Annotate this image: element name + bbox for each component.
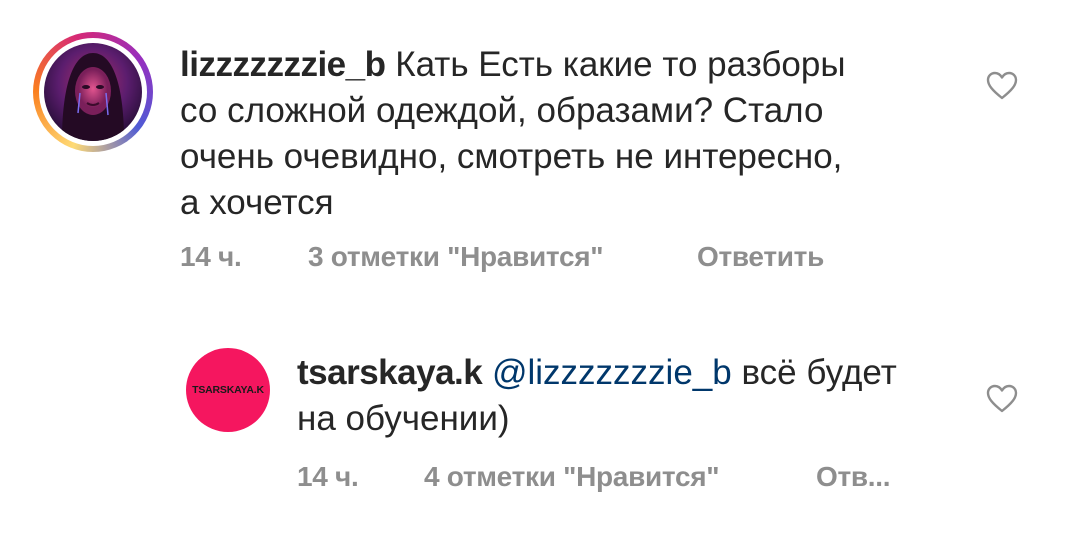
- avatar-brand-text: TSARSKAYA.K: [192, 384, 264, 396]
- comment-line-4: а хочется: [180, 183, 334, 222]
- comment-time: 14 ч.: [297, 461, 359, 492]
- comment-tsarskaya: TSARSKAYA.K tsarskaya.k @lizzzzzzzie_b в…: [0, 330, 1080, 541]
- comment-line-1: tsarskaya.k @lizzzzzzzie_b всё будет: [297, 353, 897, 392]
- avatar: [44, 43, 142, 141]
- heart-outline-icon[interactable]: [986, 384, 1018, 414]
- comment-username[interactable]: tsarskaya.k: [297, 353, 483, 392]
- comment-line-2: на обучении): [297, 399, 510, 438]
- comment-line-2: со сложной одеждой, образами? Стало: [180, 91, 824, 130]
- reply-button[interactable]: Ответить: [697, 241, 824, 273]
- comment-line-1: lizzzzzzzie_b Кать Есть какие то разборы: [180, 45, 846, 84]
- profile-photo-icon: [62, 53, 124, 141]
- comment-meta: 14 ч. 3 отметки "Нравится" Ответить: [180, 241, 980, 277]
- avatar-story-ring[interactable]: [33, 32, 153, 152]
- avatar[interactable]: TSARSKAYA.K: [186, 348, 270, 432]
- mention-link[interactable]: @lizzzzzzzie_b: [492, 353, 732, 392]
- comment-lizzzzzzzie: lizzzzzzzie_b Кать Есть какие то разборы…: [0, 0, 1080, 290]
- comment-time: 14 ч.: [180, 241, 242, 272]
- comment-meta: 14 ч. 4 отметки "Нравится" Отв...: [297, 461, 917, 497]
- comment-likes[interactable]: 4 отметки "Нравится": [424, 461, 720, 493]
- comment-username[interactable]: lizzzzzzzie_b: [180, 45, 386, 84]
- comment-body: lizzzzzzzie_b Кать Есть какие то разборы…: [180, 42, 960, 226]
- comment-line-3: очень очевидно, смотреть не интересно,: [180, 137, 843, 176]
- reply-button[interactable]: Отв...: [816, 461, 891, 493]
- heart-outline-icon[interactable]: [986, 71, 1018, 101]
- comment-likes[interactable]: 3 отметки "Нравится": [308, 241, 604, 273]
- comment-body: tsarskaya.k @lizzzzzzzie_b всё будет на …: [297, 350, 977, 442]
